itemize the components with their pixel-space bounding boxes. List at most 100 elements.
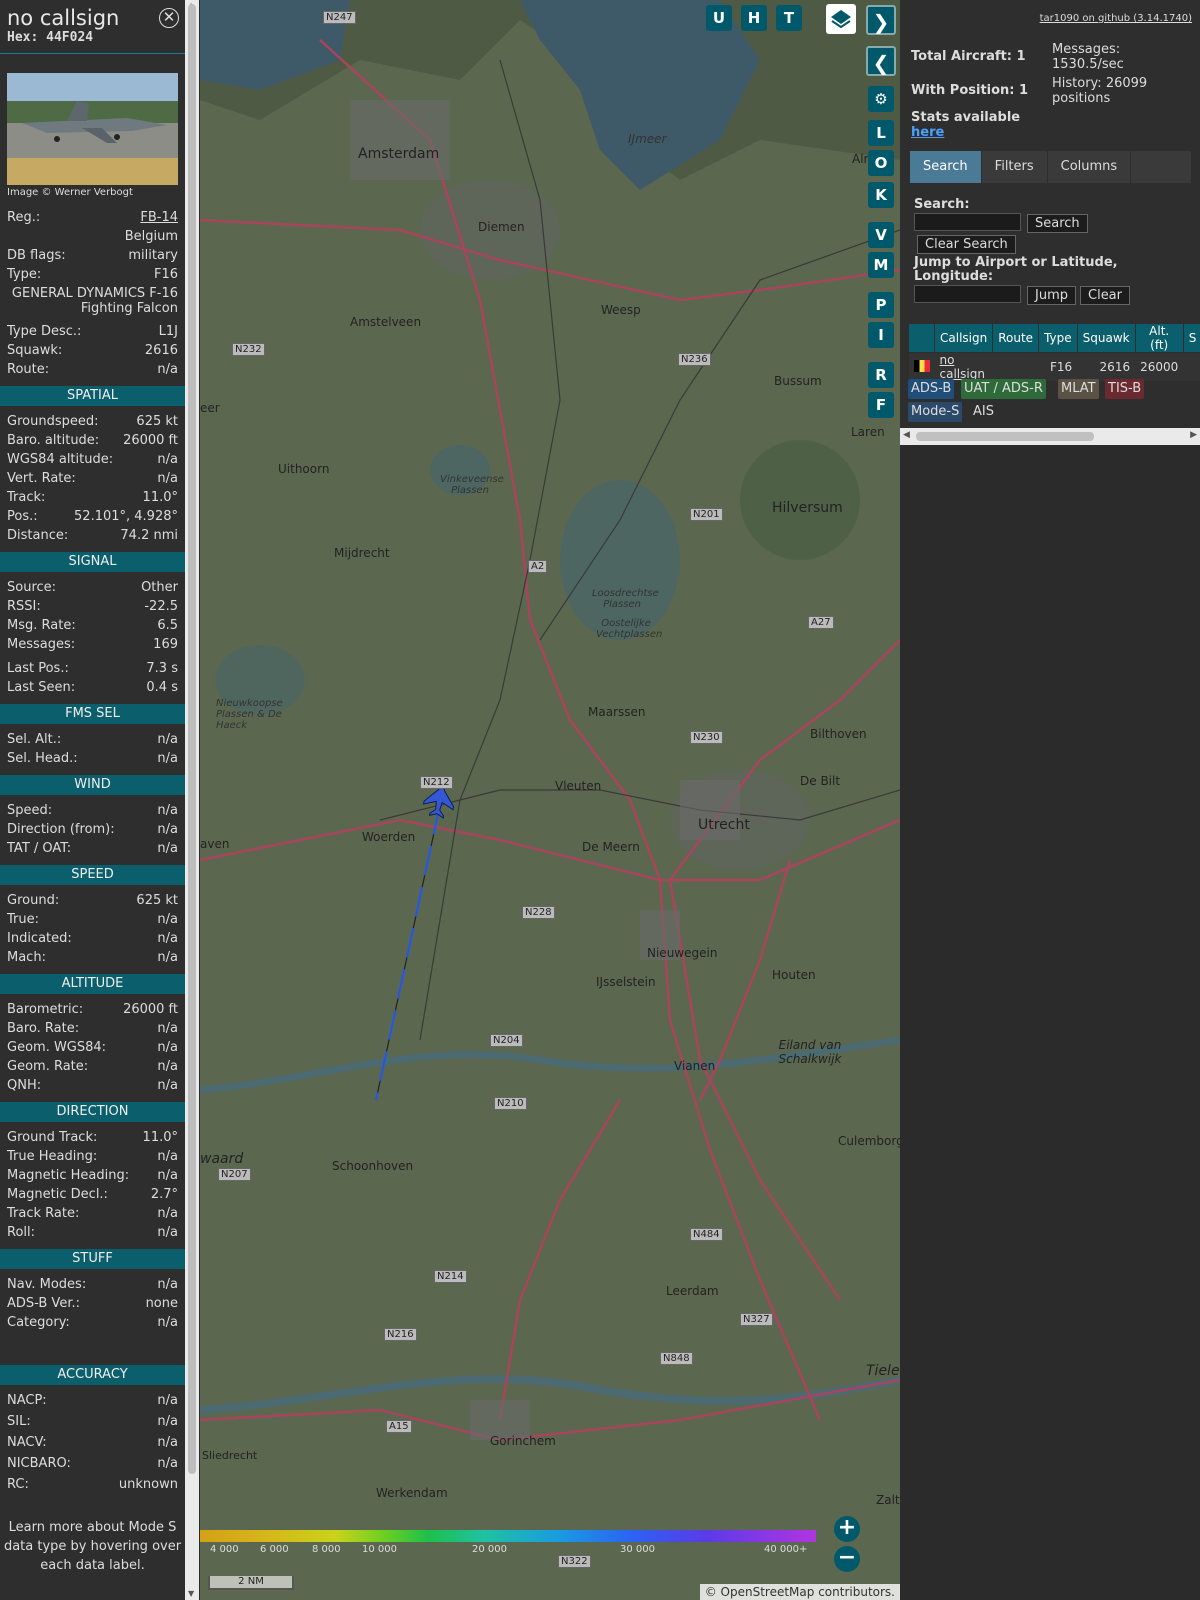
- close-icon[interactable]: ✕: [159, 8, 179, 28]
- table-scrollbar[interactable]: ◀ ▶: [900, 428, 1200, 445]
- osm-link[interactable]: OpenStreetMap: [721, 1585, 815, 1599]
- zoom-out-button[interactable]: −: [834, 1546, 860, 1572]
- spatial-label[interactable]: Distance:: [7, 526, 68, 545]
- source-mlat[interactable]: MLAT: [1058, 379, 1099, 399]
- signal-label[interactable]: Last Seen:: [7, 678, 75, 697]
- clear-button[interactable]: Clear: [1080, 286, 1130, 305]
- zoom-in-button[interactable]: +: [834, 1516, 860, 1542]
- spatial-label[interactable]: Vert. Rate:: [7, 469, 76, 488]
- source-uat[interactable]: UAT / ADS-R: [961, 379, 1046, 399]
- row-callsign[interactable]: no callsign: [934, 352, 993, 381]
- expand-right-button[interactable]: ❯: [866, 5, 896, 35]
- direction-label[interactable]: True Heading:: [7, 1147, 97, 1166]
- info-scrollbar[interactable]: ▲ ▼: [185, 0, 199, 1600]
- fms-label[interactable]: Sel. Alt.:: [7, 730, 61, 749]
- scroll-down-icon[interactable]: ▼: [188, 1589, 194, 1598]
- button-i[interactable]: I: [868, 322, 894, 348]
- button-u[interactable]: U: [706, 5, 732, 31]
- stuff-label[interactable]: Nav. Modes:: [7, 1275, 86, 1294]
- tab-columns[interactable]: Columns: [1048, 151, 1132, 183]
- table-row[interactable]: no callsign F16 2616 26000: [908, 352, 1200, 381]
- stuff-label[interactable]: Category:: [7, 1313, 70, 1332]
- reg-link[interactable]: FB-14: [140, 208, 178, 227]
- signal-label[interactable]: Last Pos.:: [7, 659, 69, 678]
- aircraft-photo[interactable]: [7, 73, 178, 185]
- signal-label[interactable]: Msg. Rate:: [7, 616, 76, 635]
- accuracy-label[interactable]: RC:: [7, 1475, 29, 1496]
- speed-label[interactable]: True:: [7, 910, 39, 929]
- header-flag[interactable]: [908, 323, 935, 353]
- accuracy-label[interactable]: NACV:: [7, 1433, 47, 1454]
- accuracy-label[interactable]: SIL:: [7, 1412, 31, 1433]
- source-tisb[interactable]: TIS-B: [1105, 379, 1145, 399]
- button-p[interactable]: P: [868, 292, 894, 318]
- jump-input[interactable]: [914, 285, 1021, 303]
- collapse-left-button[interactable]: ❮: [866, 46, 896, 76]
- header-route[interactable]: Route: [992, 323, 1040, 353]
- stuff-label[interactable]: ADS-B Ver.:: [7, 1294, 80, 1313]
- wind-label[interactable]: Direction (from):: [7, 820, 115, 839]
- signal-label[interactable]: Messages:: [7, 635, 75, 654]
- search-button[interactable]: Search: [1027, 214, 1088, 233]
- layers-button[interactable]: [826, 4, 856, 34]
- spatial-label[interactable]: Groundspeed:: [7, 412, 98, 431]
- direction-label[interactable]: Track Rate:: [7, 1204, 79, 1223]
- button-k[interactable]: K: [868, 182, 894, 208]
- button-o[interactable]: O: [868, 150, 894, 176]
- wind-label[interactable]: TAT / OAT:: [7, 839, 71, 858]
- header-callsign[interactable]: Callsign: [933, 323, 994, 353]
- search-input[interactable]: [914, 213, 1021, 231]
- button-t[interactable]: T: [776, 5, 802, 31]
- source-adsb[interactable]: ADS-B: [908, 379, 955, 399]
- header-s[interactable]: S: [1182, 323, 1200, 353]
- button-v[interactable]: V: [868, 222, 894, 248]
- button-h[interactable]: H: [741, 5, 767, 31]
- direction-label[interactable]: Ground Track:: [7, 1128, 97, 1147]
- speed-label[interactable]: Mach:: [7, 948, 46, 967]
- type-label: Type:: [7, 267, 42, 282]
- wind-label[interactable]: Speed:: [7, 801, 52, 820]
- settings-button[interactable]: ⚙: [868, 86, 894, 112]
- tab-filters[interactable]: Filters: [982, 151, 1048, 183]
- altitude-label[interactable]: Geom. Rate:: [7, 1057, 88, 1076]
- stats-link[interactable]: here: [911, 125, 944, 140]
- button-m[interactable]: M: [868, 252, 894, 278]
- accuracy-label[interactable]: NACP:: [7, 1391, 47, 1412]
- header-type[interactable]: Type: [1038, 323, 1078, 353]
- github-link[interactable]: tar1090 on github (3.14.1740): [1040, 13, 1192, 24]
- table-scrollbar-thumb[interactable]: [916, 432, 1094, 441]
- tab-search[interactable]: Search: [910, 151, 982, 183]
- altitude-label[interactable]: Baro. Rate:: [7, 1019, 79, 1038]
- spatial-label[interactable]: Baro. altitude:: [7, 431, 99, 450]
- scrollbar-thumb[interactable]: [188, 4, 196, 1474]
- button-l[interactable]: L: [868, 120, 894, 146]
- scroll-left-icon[interactable]: ◀: [903, 430, 910, 440]
- spatial-label[interactable]: WGS84 altitude:: [7, 450, 113, 469]
- button-r[interactable]: R: [868, 362, 894, 388]
- clear-search-button[interactable]: Clear Search: [917, 235, 1016, 254]
- jump-button[interactable]: Jump: [1027, 286, 1076, 305]
- altitude-label[interactable]: Barometric:: [7, 1000, 83, 1019]
- spatial-label[interactable]: Track:: [7, 488, 45, 507]
- fms-label[interactable]: Sel. Head.:: [7, 749, 78, 768]
- scroll-right-icon[interactable]: ▶: [1190, 430, 1197, 440]
- source-ais[interactable]: AIS: [970, 402, 997, 422]
- map-label-n327: N327: [740, 1313, 773, 1326]
- accuracy-label[interactable]: NICBARO:: [7, 1454, 71, 1475]
- direction-label[interactable]: Roll:: [7, 1223, 35, 1242]
- altitude-label[interactable]: QNH:: [7, 1076, 41, 1095]
- header-squawk[interactable]: Squawk: [1076, 323, 1136, 353]
- altitude-label[interactable]: Geom. WGS84:: [7, 1038, 106, 1057]
- button-f[interactable]: F: [868, 392, 894, 418]
- spatial-label[interactable]: Pos.:: [7, 507, 38, 526]
- header-alt-ft-[interactable]: Alt. (ft): [1134, 323, 1184, 353]
- source-modes[interactable]: Mode-S: [908, 402, 963, 422]
- speed-label[interactable]: Indicated:: [7, 929, 72, 948]
- direction-label[interactable]: Magnetic Heading:: [7, 1166, 129, 1185]
- map-view[interactable]: Amsterdam Diemen Weesp Amstelveen Uithoo…: [200, 0, 900, 1600]
- signal-label[interactable]: RSSI:: [7, 597, 41, 616]
- speed-label[interactable]: Ground:: [7, 891, 59, 910]
- signal-label[interactable]: Source:: [7, 578, 56, 597]
- direction-label[interactable]: Magnetic Decl.:: [7, 1185, 108, 1204]
- accuracy-row: NACP: n/a: [0, 1391, 185, 1412]
